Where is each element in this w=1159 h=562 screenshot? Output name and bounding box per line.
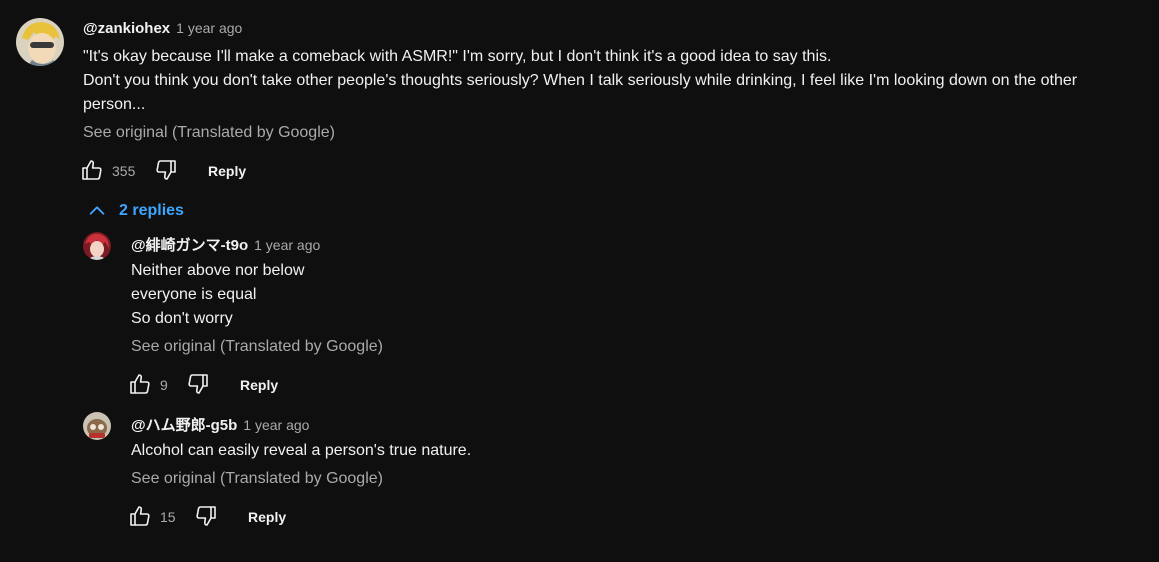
comment-line: person... bbox=[83, 96, 146, 113]
avatar[interactable] bbox=[83, 232, 111, 260]
author-handle[interactable]: @zankiohex bbox=[83, 20, 170, 37]
like-count: 15 bbox=[160, 509, 176, 525]
avatar[interactable] bbox=[16, 18, 64, 66]
like-button[interactable] bbox=[80, 158, 104, 182]
like-count: 355 bbox=[112, 163, 136, 179]
timestamp[interactable]: 1 year ago bbox=[243, 417, 309, 433]
timestamp[interactable]: 1 year ago bbox=[176, 20, 242, 36]
like-button[interactable] bbox=[128, 504, 152, 528]
see-original-link[interactable]: See original (Translated by Google) bbox=[83, 124, 335, 142]
see-original-link[interactable]: See original (Translated by Google) bbox=[131, 338, 383, 356]
reply-text: Alcohol can easily reveal a person's tru… bbox=[131, 439, 471, 463]
replies-toggle[interactable]: 2 replies bbox=[86, 200, 184, 222]
like-count: 9 bbox=[160, 377, 168, 393]
see-original-link[interactable]: See original (Translated by Google) bbox=[131, 470, 383, 488]
replies-count: 2 replies bbox=[119, 202, 184, 219]
reply-button[interactable]: Reply bbox=[208, 163, 246, 179]
reply-header: @緋崎ガンマ-t9o 1 year ago bbox=[131, 234, 320, 255]
reply-line: So don't worry bbox=[131, 310, 233, 327]
like-button[interactable] bbox=[128, 372, 152, 396]
dislike-button[interactable] bbox=[154, 158, 178, 182]
thumbs-up-icon bbox=[128, 504, 152, 528]
reply-line: everyone is equal bbox=[131, 286, 257, 303]
thumbs-down-icon bbox=[186, 372, 210, 396]
chevron-up-icon bbox=[86, 200, 108, 222]
reply-text: Neither above nor below everyone is equa… bbox=[131, 259, 304, 331]
reply-button[interactable]: Reply bbox=[248, 509, 286, 525]
timestamp[interactable]: 1 year ago bbox=[254, 237, 320, 253]
dislike-button[interactable] bbox=[186, 372, 210, 396]
author-handle[interactable]: @ハム野郎-g5b bbox=[131, 417, 237, 434]
comment-header: @zankiohex 1 year ago bbox=[83, 20, 242, 38]
avatar[interactable] bbox=[83, 412, 111, 440]
comment-line: Don't you think you don't take other peo… bbox=[83, 72, 1078, 89]
reply-line: Alcohol can easily reveal a person's tru… bbox=[131, 442, 472, 459]
thumbs-down-icon bbox=[154, 158, 178, 182]
reply-header: @ハム野郎-g5b 1 year ago bbox=[131, 414, 309, 435]
thumbs-up-icon bbox=[80, 158, 104, 182]
thumbs-up-icon bbox=[128, 372, 152, 396]
comment-line: "It's okay because I'll make a comeback … bbox=[83, 48, 832, 65]
comment-text: "It's okay because I'll make a comeback … bbox=[83, 45, 1077, 117]
dislike-button[interactable] bbox=[194, 504, 218, 528]
author-handle[interactable]: @緋崎ガンマ-t9o bbox=[131, 237, 248, 254]
reply-button[interactable]: Reply bbox=[240, 377, 278, 393]
thumbs-down-icon bbox=[194, 504, 218, 528]
reply-line: Neither above nor below bbox=[131, 262, 305, 279]
